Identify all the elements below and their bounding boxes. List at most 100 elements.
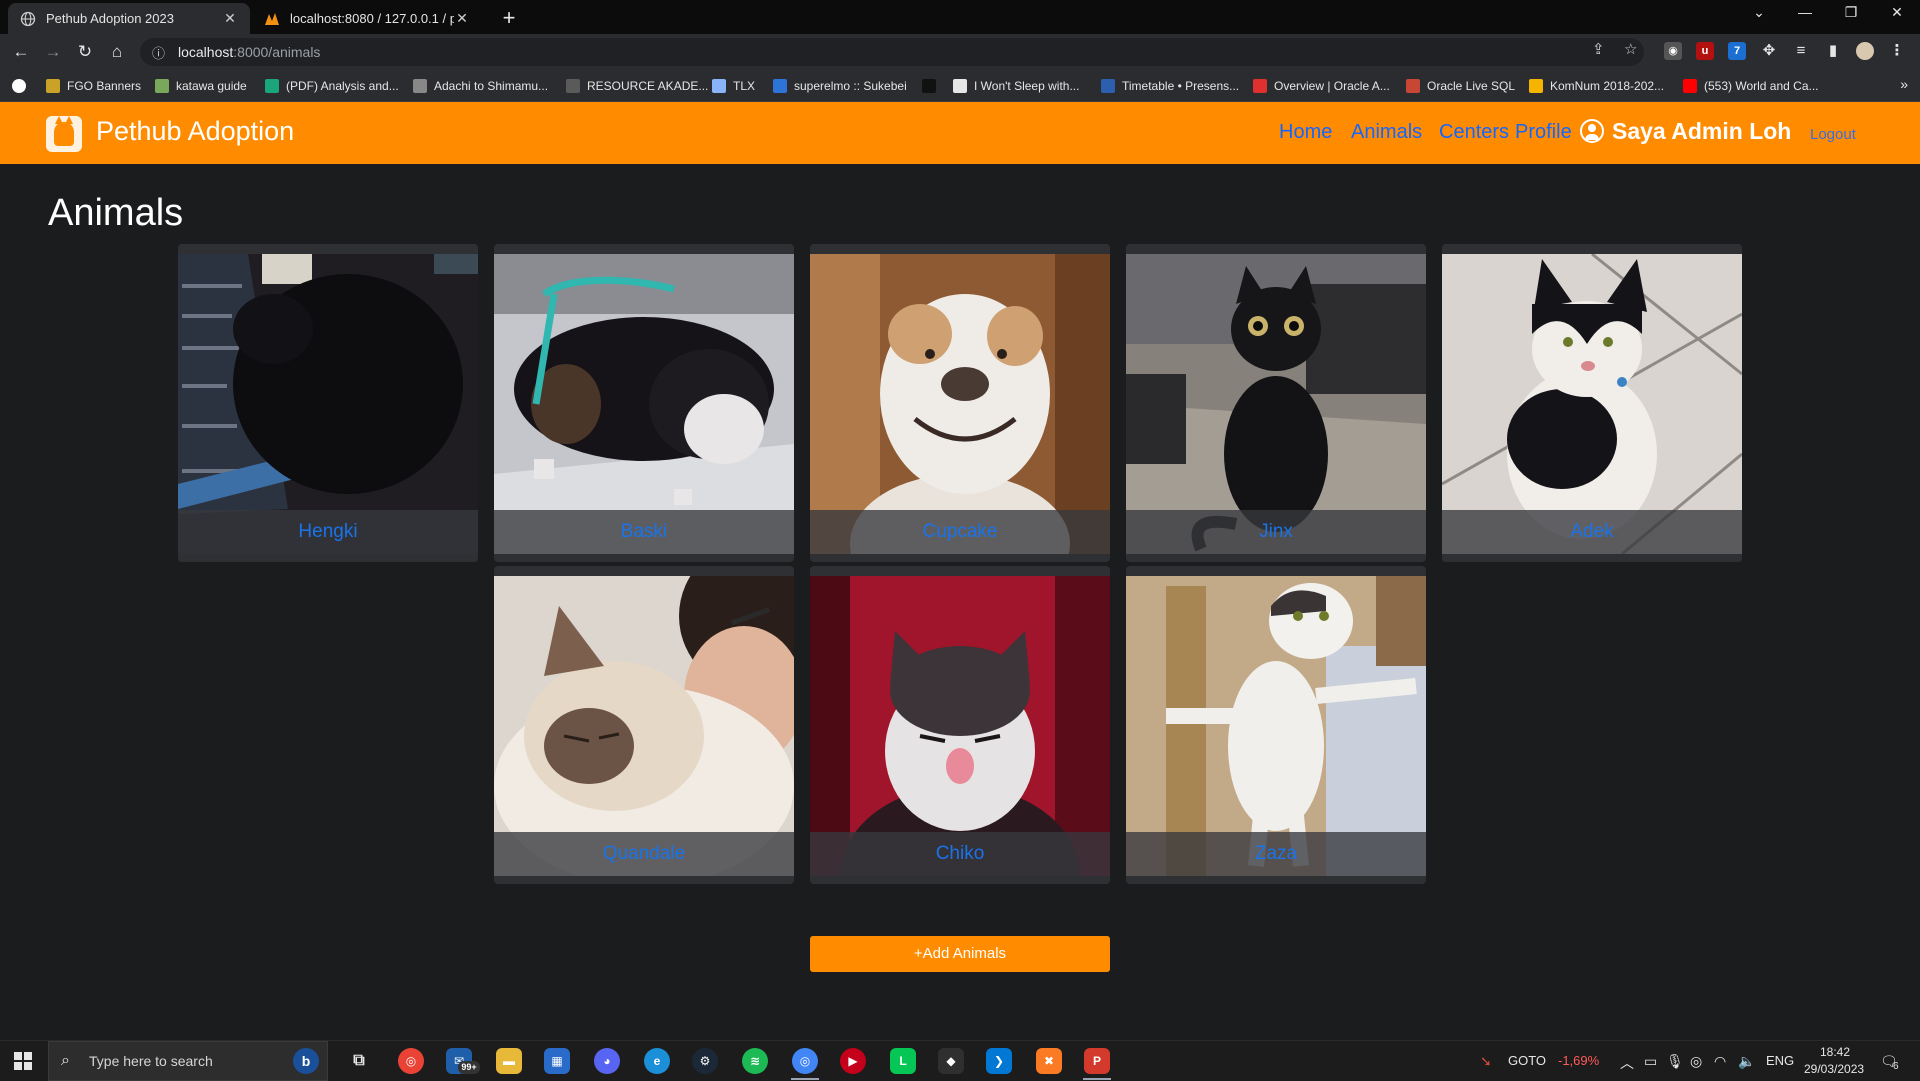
line-icon[interactable]: L (890, 1048, 916, 1074)
search-icon: ⌕ (61, 1052, 70, 1069)
new-tab-button[interactable]: + (496, 5, 522, 31)
file-explorer-icon[interactable]: ▬ (496, 1048, 522, 1074)
extension-icon[interactable]: ◉ (1664, 42, 1682, 60)
steam-icon[interactable]: ⚙ (692, 1048, 718, 1074)
animal-name[interactable]: Baski (494, 510, 794, 554)
clock-time[interactable]: 18:42 (1820, 1045, 1850, 1059)
animal-card[interactable]: Hengki (178, 244, 478, 562)
bookmark-oracle-live-sql[interactable]: Oracle Live SQL (1406, 77, 1515, 95)
language-indicator[interactable]: ENG (1766, 1053, 1794, 1068)
spotify-icon[interactable]: ≋ (742, 1048, 768, 1074)
menu-kebab-icon[interactable]: ⋮ (1888, 42, 1906, 60)
animal-name[interactable]: Chiko (810, 832, 1110, 876)
nav-centers[interactable]: Centers (1439, 121, 1509, 144)
nav-home[interactable]: Home (1279, 121, 1332, 144)
more-bookmarks-icon[interactable]: » (1900, 76, 1908, 92)
bookmark-youtube-world[interactable]: (553) World and Ca... (1683, 77, 1819, 95)
stock-name[interactable]: GOTO (1508, 1053, 1546, 1068)
translate-extension-icon[interactable]: 7 (1728, 42, 1746, 60)
bookmark-timetable[interactable]: Timetable • Presens... (1101, 77, 1239, 95)
google-icon[interactable] (12, 77, 33, 95)
bing-icon[interactable]: b (293, 1048, 319, 1074)
profile-avatar[interactable] (1856, 42, 1874, 60)
ublock-icon[interactable]: u (1696, 42, 1714, 60)
mail-badge: 99+ (458, 1061, 480, 1074)
animal-card[interactable]: Chiko (810, 566, 1110, 884)
add-animals-button[interactable]: +Add Animals (810, 936, 1110, 972)
home-icon[interactable]: ⌂ (106, 42, 128, 62)
minimize-button[interactable]: — (1792, 4, 1818, 20)
animal-name[interactable]: Adek (1442, 510, 1742, 554)
bookmark-komnum[interactable]: KomNum 2018-202... (1529, 77, 1664, 95)
bookmark-superelmo[interactable]: superelmo :: Sukebei (773, 77, 907, 95)
back-arrow-icon[interactable]: ← (10, 42, 32, 62)
browser-toolbar: ← → ↻ ⌂ ⓘ localhost:8000/animals ⇪ ☆ ◉ u… (0, 34, 1920, 70)
store-icon[interactable]: ▦ (544, 1048, 570, 1074)
stock-down-icon: ➘ (1480, 1053, 1492, 1069)
pinned-app-icon[interactable]: P (1084, 1048, 1110, 1074)
address-bar[interactable]: ⓘ localhost:8000/animals (140, 38, 1644, 66)
bookmark-resource-akademik[interactable]: RESOURCE AKADE... (566, 77, 708, 95)
animal-name[interactable]: Zaza (1126, 832, 1426, 876)
media-player-icon[interactable]: ▶ (840, 1048, 866, 1074)
nav-profile[interactable]: Profile (1515, 121, 1572, 144)
bookmark-katawa-guide[interactable]: katawa guide (155, 77, 247, 95)
site-info-icon[interactable]: ⓘ (152, 43, 170, 62)
bookmark-star-icon[interactable]: ☆ (1624, 40, 1637, 58)
logout-link[interactable]: Logout (1810, 126, 1856, 143)
puzzle-extensions-icon[interactable]: ✥ (1760, 42, 1778, 60)
chrome-active-icon[interactable]: ◎ (792, 1048, 818, 1074)
animal-card[interactable]: Quandale (494, 566, 794, 884)
animal-card[interactable]: Zaza (1126, 566, 1426, 884)
animal-card[interactable]: Cupcake (810, 244, 1110, 562)
bookmark-adachi[interactable]: Adachi to Shimamu... (413, 77, 548, 95)
stock-change[interactable]: -1,69% (1558, 1053, 1599, 1068)
tab-search-chevron-icon[interactable]: ⌄ (1746, 4, 1772, 21)
animal-name[interactable]: Jinx (1126, 510, 1426, 554)
wifi-icon[interactable]: ◠ (1714, 1053, 1726, 1070)
discord-icon[interactable]: ◕ (594, 1048, 620, 1074)
bookmark-oracle-overview[interactable]: Overview | Oracle A... (1253, 77, 1390, 95)
xampp-icon[interactable]: ✖ (1036, 1048, 1062, 1074)
animal-card[interactable]: Baski (494, 244, 794, 562)
tray-chevron-icon[interactable]: ︿ (1620, 1053, 1634, 1073)
side-panel-icon[interactable]: ▮ (1824, 42, 1842, 60)
close-tab-icon[interactable]: ✕ (454, 10, 470, 27)
taskbar-search-box[interactable]: ⌕ Type here to search b (48, 1041, 328, 1081)
gpu-icon[interactable]: ◎ (1690, 1053, 1702, 1070)
reload-icon[interactable]: ↻ (74, 42, 96, 62)
tab-phpmyadmin[interactable]: localhost:8080 / 127.0.0.1 / pethub ✕ (252, 3, 482, 34)
nav-animals[interactable]: Animals (1351, 121, 1422, 144)
microphone-icon[interactable]: 🎙 (1666, 1053, 1684, 1070)
brand-name[interactable]: Pethub Adoption (96, 116, 294, 147)
edge-icon[interactable]: e (644, 1048, 670, 1074)
tab-pethub-adoption[interactable]: Pethub Adoption 2023 ✕ (8, 3, 250, 34)
bookmark-i-wont-sleep[interactable]: I Won't Sleep with... (953, 77, 1079, 95)
username[interactable]: Saya Admin Loh (1612, 118, 1791, 145)
restore-button[interactable]: ❐ (1838, 4, 1864, 21)
windows-start-icon[interactable] (14, 1052, 32, 1070)
chrome-icon[interactable]: ◎ (398, 1048, 424, 1074)
animal-name[interactable]: Hengki (178, 510, 478, 554)
bookmark-tlx[interactable]: TLX (712, 77, 755, 95)
animal-name[interactable]: Cupcake (810, 510, 1110, 554)
git-icon[interactable]: ◆ (938, 1048, 964, 1074)
task-view-icon[interactable]: ⧉ (346, 1048, 372, 1074)
animal-card[interactable]: Adek (1442, 244, 1742, 562)
notification-count: 6 (1893, 1061, 1899, 1072)
speaker-icon[interactable]: 🔈 (1738, 1053, 1755, 1070)
bookmark-pdf-analysis[interactable]: (PDF) Analysis and... (265, 77, 399, 95)
reading-list-icon[interactable]: ≡ (1792, 42, 1810, 60)
share-icon[interactable]: ⇪ (1592, 40, 1605, 58)
animal-name[interactable]: Quandale (494, 832, 794, 876)
clock-date[interactable]: 29/03/2023 (1804, 1062, 1864, 1076)
close-tab-icon[interactable]: ✕ (222, 10, 238, 27)
animal-card[interactable]: Jinx (1126, 244, 1426, 562)
close-window-button[interactable]: ✕ (1884, 4, 1910, 21)
bookmark-fgo-banners[interactable]: FGO Banners (46, 77, 141, 95)
bookmark-unnamed[interactable] (922, 77, 943, 95)
vscode-icon[interactable]: ❯ (986, 1048, 1012, 1074)
device-icon[interactable]: ▭ (1644, 1053, 1657, 1070)
pethub-logo-icon[interactable] (46, 116, 82, 152)
forward-arrow-icon[interactable]: → (42, 42, 64, 62)
